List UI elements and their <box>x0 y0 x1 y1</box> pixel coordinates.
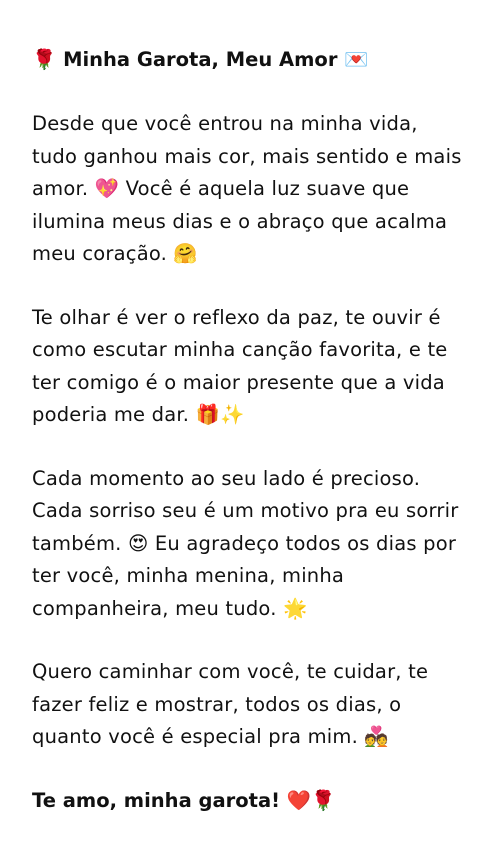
paragraph-3: Cada momento ao seu lado é precioso. Cad… <box>32 466 459 620</box>
closing-line: Te amo, minha garota! ❤️🌹 <box>32 788 336 812</box>
letter-title: 🌹 Minha Garota, Meu Amor 💌 <box>32 48 369 71</box>
paragraph-1: Desde que você entrou na minha vida, tud… <box>32 112 462 265</box>
paragraph-4: Quero caminhar com você, te cuidar, te f… <box>32 660 429 748</box>
paragraph-2: Te olhar é ver o reflexo da paz, te ouvi… <box>32 305 448 427</box>
love-letter: 🌹 Minha Garota, Meu Amor 💌 Desde que voc… <box>32 44 462 817</box>
